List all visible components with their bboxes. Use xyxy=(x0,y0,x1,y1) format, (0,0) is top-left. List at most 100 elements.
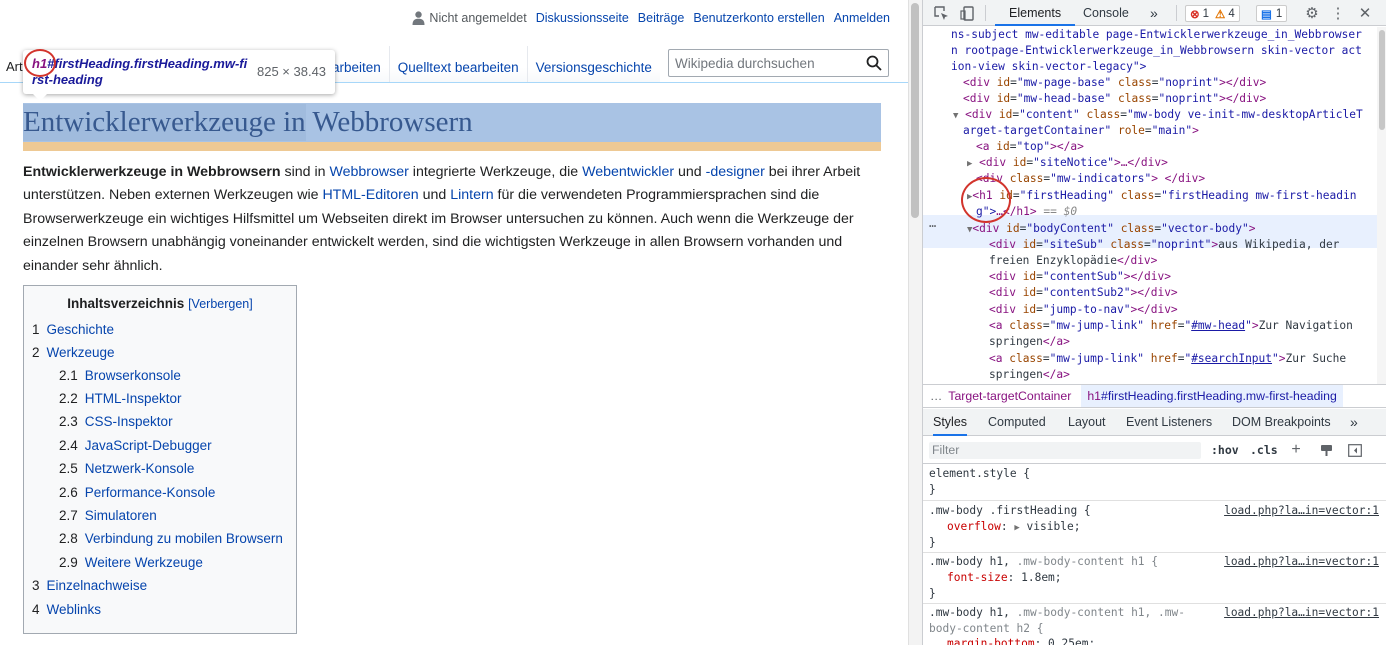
search-input[interactable]: Wikipedia durchsuchen xyxy=(668,49,889,77)
messages-badge[interactable]: ▤ 1 xyxy=(1256,5,1288,22)
tab-computed[interactable]: Computed xyxy=(988,409,1046,436)
link-designer[interactable]: -designer xyxy=(706,164,765,180)
toc-label: JavaScript-Debugger xyxy=(84,438,212,453)
dom-node-page-base[interactable]: <div id="mw-page-base" class="noprint"><… xyxy=(963,75,1266,91)
more-tabs-icon[interactable]: » xyxy=(1150,0,1158,26)
style-source-link[interactable]: load.php?la…in=vector:1 xyxy=(1224,605,1379,621)
dom-scrollbar-thumb[interactable] xyxy=(1379,30,1385,130)
toc-item[interactable]: 2.3 CSS-Inspektor xyxy=(59,414,173,429)
breadcrumb-item[interactable]: Target-targetContainer xyxy=(948,389,1071,403)
dom-node-indicators[interactable]: <div class="mw-indicators"> </div> xyxy=(976,171,1205,187)
close-icon[interactable]: ✕ xyxy=(1357,5,1373,22)
talk-link[interactable]: Diskussionsseite xyxy=(536,11,629,25)
dom-line[interactable]: freien Enzyklopädie</div> xyxy=(989,253,1157,269)
toc-item[interactable]: 2.4 JavaScript-Debugger xyxy=(59,438,212,453)
style-selector[interactable]: .mw-body .firstHeading { xyxy=(929,503,1091,519)
collapse-arrow-icon[interactable]: ▼ xyxy=(953,111,958,121)
toc-label: Netzwerk-Konsole xyxy=(84,461,195,476)
style-source-link[interactable]: load.php?la…in=vector:1 xyxy=(1224,554,1379,570)
paint-icon[interactable] xyxy=(1318,442,1334,458)
tab-history[interactable]: Versionsgeschichte xyxy=(526,46,660,82)
more-subtabs-icon[interactable]: » xyxy=(1350,409,1358,436)
dom-node-top[interactable]: <a id="top"></a> xyxy=(976,139,1084,155)
inspect-element-icon[interactable] xyxy=(933,5,949,21)
dom-node-jump-link[interactable]: <a class="mw-jump-link" href="#searchInp… xyxy=(989,351,1346,367)
toc-item[interactable]: 1 Geschichte xyxy=(32,322,114,337)
toc-num: 2 xyxy=(32,345,40,360)
dom-line[interactable]: springen</a> xyxy=(989,367,1070,383)
expand-arrow-icon[interactable]: ▶ xyxy=(967,159,972,169)
dom-node-jump-to-nav[interactable]: <div id="jump-to-nav"></div> xyxy=(989,302,1178,318)
tab-edit-source[interactable]: Quelltext bearbeiten xyxy=(388,46,527,82)
dom-node-jump-link[interactable]: <a class="mw-jump-link" href="#mw-head">… xyxy=(989,318,1353,334)
style-property: font-size xyxy=(947,571,1008,584)
search-button[interactable] xyxy=(860,50,888,76)
kebab-menu-icon[interactable]: ⋮ xyxy=(1330,5,1346,22)
dom-attr: contentSub2 xyxy=(1049,286,1124,299)
page-scrollbar-thumb[interactable] xyxy=(911,3,919,218)
dom-node-bodycontent[interactable]: ▼<div id="bodyContent" class="vector-bod… xyxy=(967,221,1255,237)
plus-icon[interactable]: + xyxy=(1288,441,1304,458)
style-selector[interactable]: .mw-body h1, .mw-body-content h1, .mw- xyxy=(929,605,1185,621)
toc-item[interactable]: 2 Werkzeuge xyxy=(32,345,115,360)
dom-node-sitenotice[interactable]: ▶ <div id="siteNotice">…</div> xyxy=(967,155,1168,171)
link-webbrowser[interactable]: Webbrowser xyxy=(329,164,408,180)
tab-elements[interactable]: Elements xyxy=(995,0,1076,26)
toc-item[interactable]: 2.5 Netzwerk-Konsole xyxy=(59,461,194,476)
breadcrumb-item-selected[interactable]: h1#firstHeading.firstHeading.mw-first-he… xyxy=(1081,385,1343,407)
tab-dom-breakpoints[interactable]: DOM Breakpoints xyxy=(1232,409,1331,436)
tab-layout[interactable]: Layout xyxy=(1068,409,1106,436)
dom-line[interactable]: ns-subject mw-editable page-Entwicklerwe… xyxy=(951,27,1362,43)
dom-node-contentsub2[interactable]: <div id="contentSub2"></div> xyxy=(989,285,1178,301)
dom-line[interactable]: ion-view skin-vector-legacy"> xyxy=(951,59,1146,75)
dom-node-content[interactable]: ▼ <div id="content" class="mw-body ve-in… xyxy=(953,107,1363,123)
toc-item[interactable]: 2.7 Simulatoren xyxy=(59,508,157,523)
toc-item[interactable]: 3 Einzelnachweise xyxy=(32,578,147,593)
dom-row-menu[interactable]: … xyxy=(929,216,936,230)
link-webentwickler[interactable]: Webentwickler xyxy=(582,164,674,180)
tab-console[interactable]: Console xyxy=(1083,0,1129,26)
dom-node-contentsub[interactable]: <div id="contentSub"></div> xyxy=(989,269,1171,285)
tab-article[interactable]: Art xyxy=(6,59,23,74)
toc-item[interactable]: 4 Weblinks xyxy=(32,602,101,617)
toc-item[interactable]: 2.1 Browserkonsole xyxy=(59,368,181,383)
styles-filter-input[interactable]: Filter xyxy=(929,442,1201,459)
style-source-link[interactable]: load.php?la…in=vector:1 xyxy=(1224,503,1379,519)
style-selector[interactable]: element.style { xyxy=(929,466,1030,482)
sidebar-toggle-icon[interactable] xyxy=(1347,442,1363,458)
tab-event-listeners[interactable]: Event Listeners xyxy=(1126,409,1212,436)
contributions-link[interactable]: Beiträge xyxy=(638,11,685,25)
gear-icon[interactable]: ⚙ xyxy=(1304,5,1320,22)
create-account-link[interactable]: Benutzerkonto erstellen xyxy=(693,11,824,25)
dom-line[interactable]: n rootpage-Entwicklerwerkzeuge_in_Webbro… xyxy=(951,43,1362,59)
breadcrumb-overflow[interactable]: … xyxy=(930,389,942,403)
style-declaration[interactable]: margin-bottom: 0.25em; xyxy=(947,636,1095,645)
toc-item[interactable]: 2.2 HTML-Inspektor xyxy=(59,391,182,406)
toc-toggle[interactable]: [Verbergen] xyxy=(188,297,253,311)
link-lintern[interactable]: Lintern xyxy=(450,187,493,203)
login-link[interactable]: Anmelden xyxy=(834,11,890,25)
hover-state-toggle[interactable]: :hov xyxy=(1211,443,1239,457)
toc-item[interactable]: 2.8 Verbindung zu mobilen Browsern xyxy=(59,531,283,546)
toc-item[interactable]: 2.6 Performance-Konsole xyxy=(59,485,215,500)
intro-text: sind in xyxy=(280,164,330,180)
link-html-editoren[interactable]: HTML-Editoren xyxy=(322,187,418,203)
style-selector[interactable]: .mw-body h1, .mw-body-content h1 { xyxy=(929,554,1158,570)
dom-line[interactable]: springen</a> xyxy=(989,334,1070,350)
class-toggle[interactable]: .cls xyxy=(1250,443,1278,457)
expand-arrow-icon[interactable]: ▶ xyxy=(1014,523,1019,533)
toc-item[interactable]: 2.9 Weitere Werkzeuge xyxy=(59,555,203,570)
dom-node-head-base[interactable]: <div id="mw-head-base" class="noprint"><… xyxy=(963,91,1266,107)
style-selector[interactable]: body-content h2 { xyxy=(929,621,1044,637)
dom-line[interactable]: arget-targetContainer" role="main"> xyxy=(963,123,1199,139)
error-icon: ⊗ xyxy=(1190,8,1200,21)
device-toolbar-icon[interactable] xyxy=(959,5,975,21)
style-declaration[interactable]: font-size: 1.8em; xyxy=(947,570,1062,586)
dom-href-link[interactable]: #searchInput xyxy=(1191,352,1272,365)
issues-badge[interactable]: ⊗ 1 ⚠ 4 xyxy=(1185,5,1240,22)
dom-node-h1[interactable]: ▶<h1 id="firstHeading" class="firstHeadi… xyxy=(967,188,1356,204)
style-declaration[interactable]: overflow: ▶ visible; xyxy=(947,519,1080,535)
dom-node-sitesub[interactable]: <div id="siteSub" class="noprint">aus Wi… xyxy=(989,237,1339,253)
tab-styles[interactable]: Styles xyxy=(933,409,968,436)
dom-href-link[interactable]: #mw-head xyxy=(1191,319,1245,332)
